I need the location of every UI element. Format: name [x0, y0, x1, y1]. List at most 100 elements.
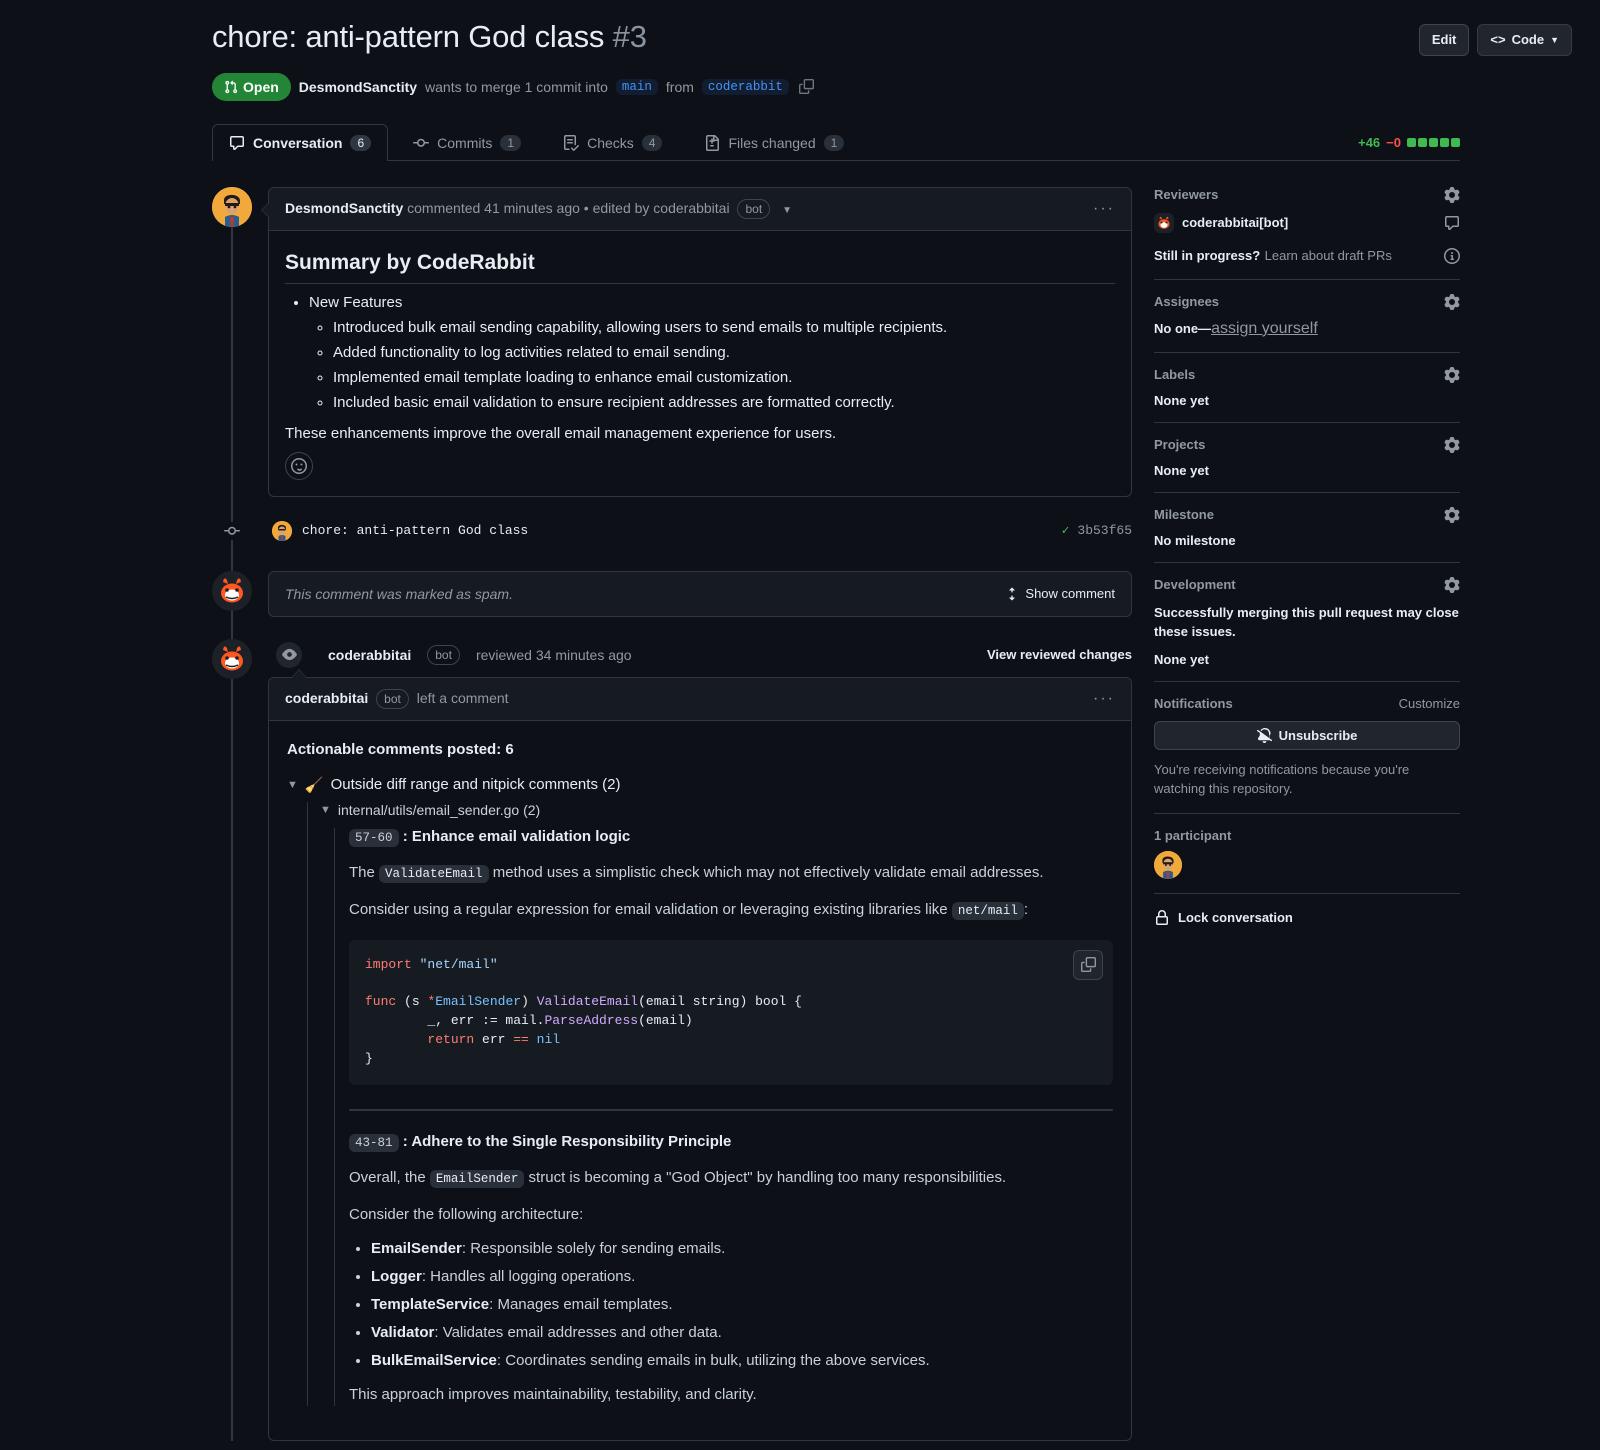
tree-file-row[interactable]: ▼ internal/utils/email_sender.go (2): [320, 802, 1113, 818]
unsubscribe-button[interactable]: Unsubscribe: [1154, 720, 1460, 750]
chevron-down-icon[interactable]: ▼: [782, 205, 792, 216]
nitpick-paragraph: The ValidateEmail method uses a simplist…: [349, 861, 1113, 884]
avatar[interactable]: [212, 638, 252, 679]
reviewer-comment-icon[interactable]: [1444, 215, 1460, 231]
sidebar-section-header: Milestone: [1154, 506, 1460, 523]
pr-page: chore: anti-pattern God class #3 Edit <>…: [0, 0, 1600, 1442]
gear-icon[interactable]: [1444, 576, 1460, 593]
tab-checks[interactable]: Checks 4: [546, 124, 679, 161]
line-range-badge: 43-81: [349, 1133, 399, 1152]
draft-pr-link[interactable]: Learn about draft PRs: [1265, 248, 1392, 263]
tab-commits[interactable]: Commits 1: [396, 124, 538, 161]
avatar[interactable]: [212, 570, 252, 611]
pr-author[interactable]: DesmondSanctity: [299, 79, 417, 95]
milestone-value: No milestone: [1154, 532, 1236, 548]
pr-tabs: Conversation 6 Commits 1 Checks 4 Files …: [212, 123, 1460, 161]
inline-code: EmailSender: [429, 1169, 525, 1188]
info-icon[interactable]: [1444, 247, 1460, 264]
gear-icon[interactable]: [1444, 186, 1460, 203]
list-item: Introduced bulk email sending capability…: [333, 319, 1115, 336]
avatar-image: [212, 186, 252, 227]
customize-notifications-link[interactable]: Customize: [1399, 696, 1460, 711]
tree-root-label: Outside diff range and nitpick comments …: [330, 776, 621, 794]
code-brackets-icon: <>: [1490, 32, 1506, 47]
component-desc: : Handles all logging operations.: [421, 1268, 636, 1286]
sidebar-section-header: Development: [1154, 576, 1460, 593]
head-branch-chip[interactable]: coderabbit: [701, 78, 789, 95]
assignees-none: No one—: [1154, 320, 1212, 336]
comment-menu-icon[interactable]: ···: [1093, 690, 1115, 708]
unfold-icon: [1009, 587, 1016, 601]
assignees-value: No one—assign yourself: [1154, 320, 1460, 338]
view-reviewed-changes-link[interactable]: View reviewed changes: [987, 647, 1132, 662]
avatar[interactable]: [1154, 850, 1182, 879]
reviewer-identity[interactable]: coderabbitai[bot]: [1154, 212, 1288, 233]
show-comment-button[interactable]: Show comment: [1005, 586, 1115, 601]
lock-conversation-button[interactable]: Lock conversation: [1154, 894, 1460, 926]
inline-code: ValidateEmail: [379, 864, 489, 883]
pull-request-icon: [225, 80, 238, 93]
tab-files-changed[interactable]: Files changed 1: [687, 124, 861, 161]
review-author[interactable]: coderabbitai: [328, 647, 411, 663]
eye-icon: [276, 641, 302, 668]
status-badge-label: Open: [243, 78, 279, 95]
code-text: (s: [396, 994, 428, 1010]
commit-sha[interactable]: 3b53f65: [1077, 523, 1132, 538]
list-item: EmailSender: Responsible solely for send…: [371, 1240, 1113, 1257]
summary-closing: These enhancements improve the overall e…: [285, 424, 837, 442]
avatar[interactable]: [212, 186, 252, 227]
commit-icon: [413, 138, 430, 147]
sidebar-title: Reviewers: [1154, 187, 1219, 203]
sidebar-section-development: Development Successfully merging this pu…: [1154, 563, 1460, 682]
sidebar-section-projects: Projects None yet: [1154, 423, 1460, 493]
review-block: coderabbitai bot reviewed 34 minutes ago…: [212, 638, 1132, 1442]
add-reaction-button[interactable]: [285, 451, 313, 480]
diff-block: [1429, 137, 1438, 147]
code-string: "net/mail": [419, 956, 498, 972]
chevron-down-icon: ▼: [1550, 35, 1559, 45]
code-function: ValidateEmail: [536, 994, 639, 1010]
component-desc: : Coordinates sending emails in bulk, ut…: [496, 1352, 930, 1370]
lock-icon: [1156, 909, 1168, 925]
reviewer-row: coderabbitai[bot]: [1154, 212, 1460, 233]
comment-thread: DesmondSanctity commented 41 minutes ago…: [212, 186, 1132, 497]
nitpick-text-pre: Consider using a regular expression for …: [349, 901, 952, 919]
gear-icon[interactable]: [1444, 506, 1460, 523]
comment-menu-icon[interactable]: ···: [1093, 200, 1115, 218]
bot-badge: bot: [737, 198, 771, 219]
review-comment-author[interactable]: coderabbitai: [285, 690, 368, 706]
chevron-down-icon[interactable]: ▼: [287, 779, 298, 791]
code-text: ): [521, 994, 537, 1010]
comment-header: DesmondSanctity commented 41 minutes ago…: [269, 187, 1131, 231]
features-list: New Features Introduced bulk email sendi…: [285, 294, 1115, 411]
tree-root-row[interactable]: ▼ 🧹 Outside diff range and nitpick comme…: [287, 776, 1113, 794]
gear-icon[interactable]: [1444, 293, 1460, 310]
nitpick-text-post: method uses a simplistic check which may…: [488, 863, 1044, 881]
avatar[interactable]: [272, 520, 292, 541]
copy-branch-icon[interactable]: [798, 79, 814, 95]
sidebar-title: Assignees: [1154, 294, 1220, 310]
comment-card: DesmondSanctity commented 41 minutes ago…: [261, 186, 1132, 497]
comment-edited-by: edited by coderabbitai: [592, 199, 730, 216]
code-button[interactable]: <> Code ▼: [1477, 24, 1572, 56]
review-comment-action: left a comment: [416, 689, 509, 706]
review-content: coderabbitai bot reviewed 34 minutes ago…: [268, 639, 1132, 1442]
chevron-down-icon[interactable]: ▼: [320, 804, 331, 816]
copy-code-icon[interactable]: [1073, 949, 1103, 980]
tab-conversation[interactable]: Conversation 6: [212, 123, 389, 161]
gear-icon[interactable]: [1444, 366, 1460, 383]
assign-yourself-link[interactable]: assign yourself: [1211, 320, 1318, 337]
commit-message[interactable]: chore: anti-pattern God class: [302, 523, 528, 538]
comment-author[interactable]: DesmondSanctity: [285, 200, 403, 216]
list-item: BulkEmailService: Coordinates sending em…: [371, 1352, 1113, 1369]
pr-number: #3: [612, 19, 647, 54]
file-diff-icon: [706, 134, 720, 151]
edit-button[interactable]: Edit: [1418, 24, 1470, 56]
list-item: Added functionality to log activities re…: [333, 344, 1115, 361]
architecture-list: EmailSender: Responsible solely for send…: [349, 1240, 1113, 1369]
pr-meta: Open DesmondSanctity wants to merge 1 co…: [212, 72, 1460, 101]
development-value: None yet: [1154, 651, 1209, 667]
gear-icon[interactable]: [1444, 436, 1460, 453]
header-actions: Edit <> Code ▼: [1418, 24, 1572, 56]
base-branch-chip[interactable]: main: [615, 78, 658, 95]
